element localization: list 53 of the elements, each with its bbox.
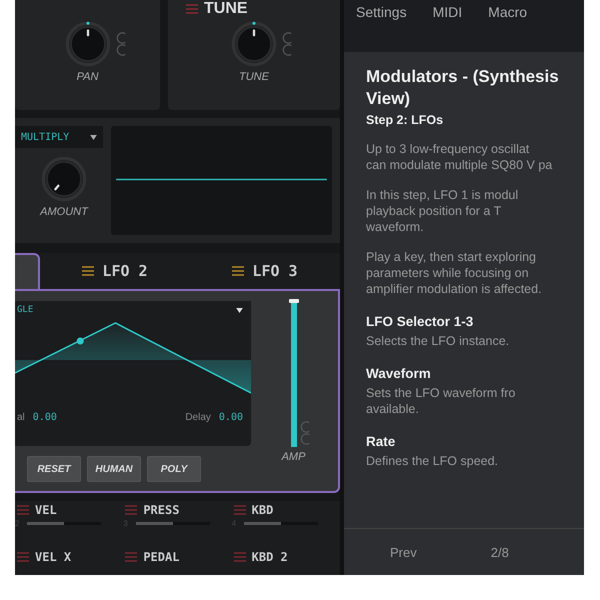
menu-icon[interactable] [82, 266, 94, 276]
knob-label: PAN [76, 71, 98, 83]
tutorial-paragraph: Play a key, then start exploring parameters while focusing on amplifier modulation is affected. [366, 249, 543, 297]
tutorial-paragraph: Up to 3 low-frequency oscillat can modulate multiple SQ80 V pa [366, 141, 554, 173]
panel-tab[interactable]: Settings [352, 4, 415, 20]
param-label: al [17, 412, 25, 423]
lfo-tab[interactable]: LFO 2 [40, 253, 190, 289]
section-description: Sets the LFO waveform fro available. [366, 385, 516, 417]
section-heading: Rate [366, 434, 396, 449]
prev-button[interactable]: Prev [384, 544, 423, 560]
knob-label: AMOUNT [40, 206, 88, 218]
panel-title: TUNE [204, 1, 248, 17]
mod-source-label: KBD [252, 503, 274, 517]
panel-tab[interactable]: MIDI [424, 4, 470, 20]
knob-icon[interactable] [231, 21, 277, 67]
param-value[interactable]: 0.00 [218, 412, 243, 423]
mod-rings-icon[interactable] [114, 30, 126, 58]
amount-slider[interactable] [136, 522, 210, 525]
lfo-tab[interactable]: LFO 3 [190, 253, 340, 289]
tutorial-title: Modulators - (Synthesis View) [366, 66, 560, 110]
mod-rings-icon[interactable] [281, 30, 293, 58]
lfo-option-button[interactable]: POLY [147, 456, 201, 482]
mod-rings-icon[interactable] [298, 419, 310, 447]
param-value[interactable]: 0.00 [32, 412, 57, 423]
knob-icon[interactable] [64, 21, 110, 67]
mod-source-label: PEDAL [143, 550, 180, 564]
lfo-option-button[interactable]: HUMAN [87, 456, 141, 482]
section-description: Selects the LFO instance. [366, 333, 510, 349]
section-heading: LFO Selector 1-3 [366, 314, 474, 329]
lfo-option-button[interactable]: RESET [27, 456, 81, 482]
tutorial-subtitle: Step 2: LFOs [366, 113, 444, 127]
mode-dropdown[interactable]: MULTIPLY [15, 126, 103, 148]
tutorial-paragraph: In this step, LFO 1 is modul playback position for a T waveform. [366, 187, 520, 235]
page-counter: 2/8 [490, 544, 509, 560]
section-description: Defines the LFO speed. [366, 453, 500, 469]
lfo-tab[interactable] [15, 253, 40, 289]
slider-label: AMP [282, 451, 306, 463]
param-label: Delay [185, 412, 211, 423]
knob-icon[interactable] [41, 156, 87, 202]
mod-source-label: VEL X [35, 550, 72, 564]
amount-slider[interactable] [244, 522, 318, 525]
amp-slider[interactable] [290, 301, 296, 447]
caret-icon[interactable] [236, 308, 243, 312]
caret-icon [90, 134, 97, 140]
amount-slider[interactable] [27, 522, 102, 525]
waveform-dropdown[interactable]: GLE [17, 305, 34, 315]
mod-source-label: PRESS [143, 503, 180, 517]
knob-label: TUNE [239, 71, 269, 83]
panel-tab[interactable]: Macro [480, 4, 536, 20]
mod-source-label: KBD 2 [252, 550, 288, 564]
section-heading: Waveform [366, 366, 432, 381]
menu-icon[interactable] [232, 266, 244, 276]
mod-source-label: VEL [35, 503, 57, 517]
